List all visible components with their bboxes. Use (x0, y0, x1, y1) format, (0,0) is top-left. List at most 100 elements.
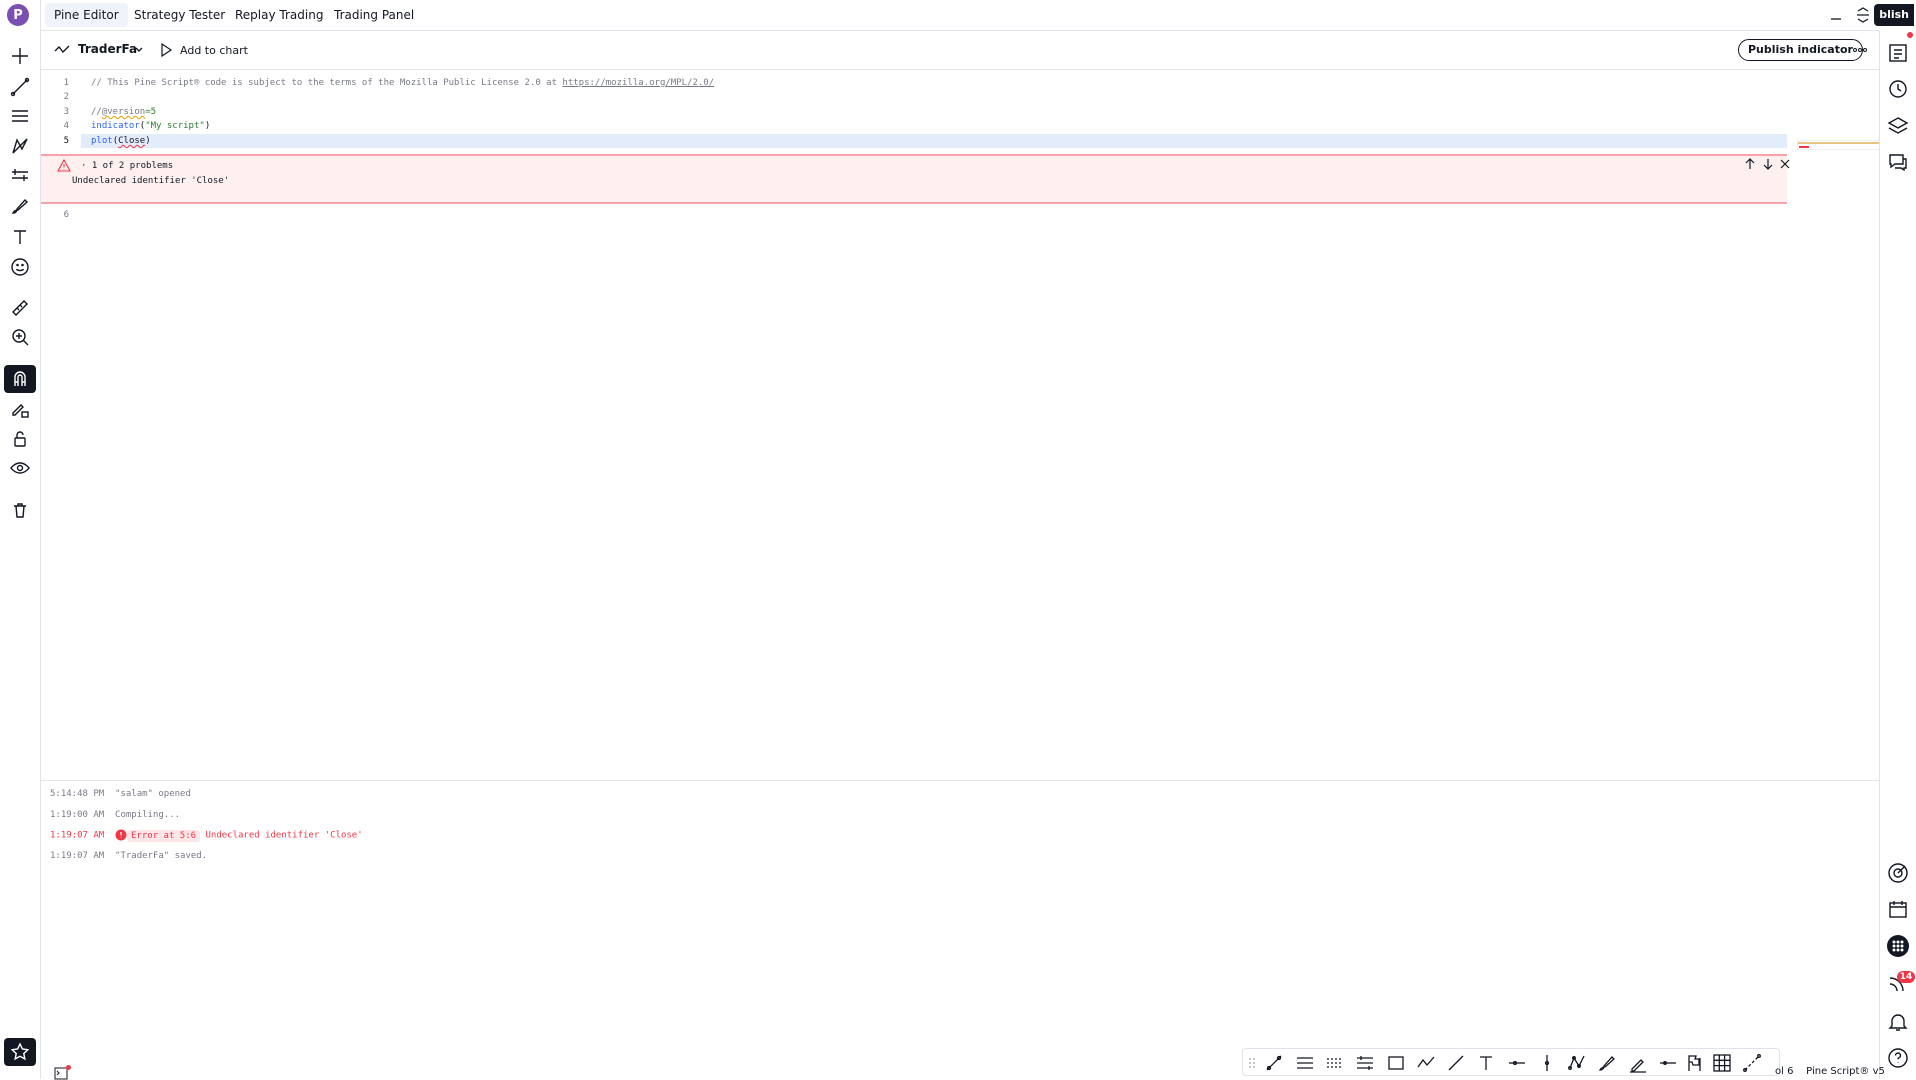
notifications-button[interactable] (1886, 1010, 1910, 1034)
magnet-mode-button[interactable] (4, 365, 36, 393)
draw-parallel-channel-button[interactable] (1324, 1052, 1346, 1074)
error-location-badge[interactable]: Error at 5:6 (127, 829, 201, 842)
text-icon (1480, 1056, 1492, 1070)
license-link[interactable]: https://mozilla.org/MPL/2.0/ (562, 78, 714, 88)
maximize-panel-button[interactable] (1854, 6, 1872, 24)
draw-highlighter-button[interactable] (1627, 1052, 1649, 1074)
hide-drawings-button[interactable] (4, 454, 36, 482)
measure-tool-button[interactable] (4, 294, 36, 322)
forecast-icon (12, 169, 28, 181)
highlighter-icon (1630, 1059, 1646, 1073)
grid-dots-icon (1887, 935, 1909, 957)
lock-drawing-mode-button[interactable] (4, 395, 36, 423)
text-icon (14, 230, 26, 244)
tab-replay-trading[interactable]: Replay Trading (226, 3, 332, 27)
watchlist-button[interactable] (1886, 41, 1910, 65)
language-version[interactable]: Pine Script® v5 (1806, 1066, 1885, 1077)
tab-trading-panel[interactable]: Trading Panel (325, 3, 423, 27)
draw-ray-button[interactable] (1445, 1052, 1467, 1074)
object-tree-button[interactable] (1886, 114, 1910, 138)
top-tab-bar: Pine Editor Strategy Tester Replay Tradi… (41, 0, 1879, 31)
remove-drawings-button[interactable] (4, 496, 36, 524)
pattern-icon (12, 138, 28, 154)
add-to-chart-button[interactable]: Add to chart (180, 44, 248, 57)
trend-line-icon (1266, 1055, 1282, 1071)
draw-path-button[interactable] (1415, 1052, 1437, 1074)
line-number: 2 (63, 92, 69, 102)
code-line-4[interactable]: indicator("My script") (91, 121, 210, 131)
chats-button[interactable] (1886, 150, 1910, 174)
products-button[interactable] (1886, 934, 1910, 958)
string-argument: "My script" (145, 121, 205, 131)
draw-vertical-line-button[interactable] (1536, 1052, 1558, 1074)
draw-horizontal-ray-button[interactable] (1506, 1052, 1528, 1074)
trash-icon (14, 503, 26, 518)
calendar-icon (1889, 901, 1907, 918)
next-problem-icon[interactable] (1762, 157, 1774, 171)
brush-tool-button[interactable] (4, 192, 36, 220)
draw-fib-button[interactable] (1741, 1052, 1763, 1074)
draw-pattern-button[interactable] (1566, 1052, 1588, 1074)
crosshair-tool-button[interactable] (4, 42, 36, 70)
user-avatar[interactable]: P (7, 4, 29, 26)
code-line-1[interactable]: // This Pine Script® code is subject to … (91, 78, 714, 88)
line-number: 5 (63, 136, 69, 146)
tab-pine-editor[interactable]: Pine Editor (45, 3, 128, 27)
star-icon (10, 1042, 30, 1061)
left-drawing-toolbar: P (0, 0, 41, 1079)
alerts-button[interactable] (1886, 77, 1910, 101)
draw-grid-button[interactable] (1711, 1052, 1733, 1074)
right-sidebar: 14 (1879, 31, 1916, 1079)
draw-trend-line-button[interactable] (1263, 1052, 1285, 1074)
line-number: 3 (63, 107, 69, 117)
editor-header: TraderFa Add to chart Publish indicator (41, 31, 1879, 70)
publish-shortcut-button[interactable]: blish (1874, 4, 1914, 26)
fib-tool-button[interactable] (4, 102, 36, 130)
maximize-icon (1857, 7, 1869, 23)
previous-problem-icon[interactable] (1744, 157, 1756, 171)
zoom-tool-button[interactable] (4, 323, 36, 351)
function-name: plot (91, 136, 113, 146)
draw-rectangle-button[interactable] (1385, 1052, 1407, 1074)
trend-line-tool-button[interactable] (4, 73, 36, 101)
script-name[interactable]: TraderFa (78, 42, 137, 56)
version-annotation: @version (101, 107, 146, 117)
calendar-button[interactable] (1886, 897, 1910, 921)
play-icon (161, 42, 173, 58)
favorites-button[interactable] (4, 1038, 36, 1066)
lock-all-drawings-button[interactable] (4, 425, 36, 453)
code-comment-prefix: // (91, 107, 102, 117)
chevron-down-icon[interactable] (134, 46, 144, 54)
code-line-3[interactable]: //@version=5 (91, 107, 156, 117)
crosshair-icon (12, 48, 28, 64)
publish-indicator-button[interactable]: Publish indicator (1738, 39, 1863, 61)
code-editor[interactable]: 1 // This Pine Script® code is subject t… (41, 70, 1909, 780)
draw-horizontal-lines-button[interactable] (1294, 1052, 1316, 1074)
text-tool-button[interactable] (4, 223, 36, 251)
minimize-panel-button[interactable] (1827, 6, 1845, 24)
draw-text-button[interactable] (1475, 1052, 1497, 1074)
prediction-tool-button[interactable] (4, 162, 36, 190)
fib-line-icon (1743, 1054, 1761, 1072)
console-log-entry: 5:14:48 PM "salam" opened (50, 789, 191, 799)
line-number: 4 (63, 121, 69, 131)
drag-handle-icon[interactable] (1248, 1057, 1256, 1069)
help-button[interactable] (1886, 1046, 1910, 1070)
unlock-icon (14, 431, 26, 447)
code-comment: // This Pine Script® code is subject to … (91, 78, 563, 88)
flag-icon (1688, 1055, 1701, 1071)
code-line-5[interactable]: plot(Close) (91, 136, 151, 146)
screener-button[interactable] (1886, 861, 1910, 885)
chat-icon (1889, 154, 1907, 172)
warning-triangle-icon (57, 159, 71, 172)
pattern-tool-button[interactable] (4, 132, 36, 160)
status-bar: ol 6 Pine Script® v5 (1775, 1066, 1885, 1077)
more-options-icon[interactable] (1852, 44, 1868, 56)
draw-regression-button[interactable] (1354, 1052, 1376, 1074)
close-icon[interactable] (1779, 158, 1791, 170)
draw-flag-button[interactable] (1683, 1052, 1705, 1074)
tab-strategy-tester[interactable]: Strategy Tester (125, 3, 234, 27)
draw-brush-button[interactable] (1596, 1052, 1618, 1074)
draw-price-line-button[interactable] (1657, 1052, 1679, 1074)
emoji-tool-button[interactable] (4, 253, 36, 281)
